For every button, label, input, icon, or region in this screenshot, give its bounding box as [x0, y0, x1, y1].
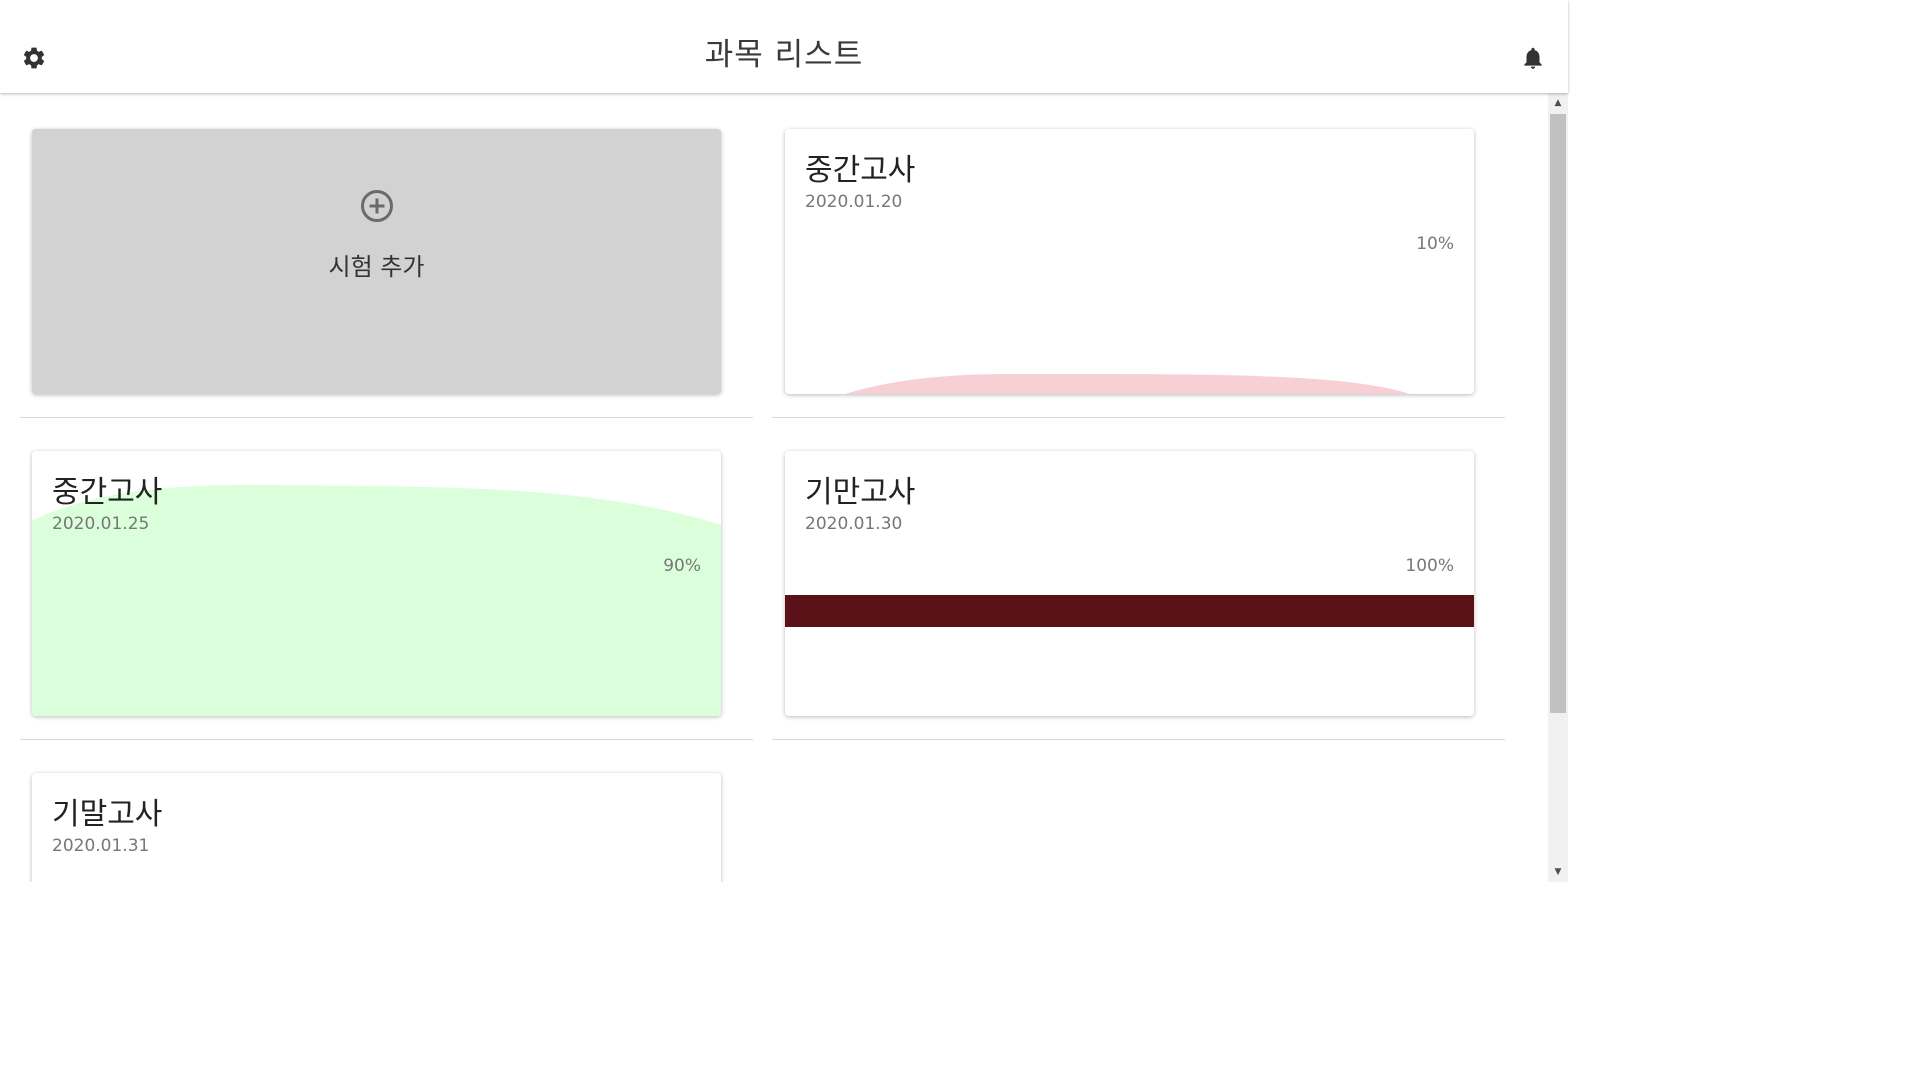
exam-date: 2020.01.30 — [805, 514, 903, 534]
plus-circle-icon — [360, 190, 393, 222]
exam-card[interactable]: 중간고사 2020.01.25 90% — [32, 451, 721, 716]
app-header: 과목 리스트 — [0, 0, 1568, 93]
bell-icon — [1524, 47, 1542, 69]
exam-card[interactable]: 기말고사 2020.01.31 — [32, 773, 721, 882]
row-divider — [20, 739, 753, 740]
scroll-up-arrow[interactable]: ▲ — [1548, 95, 1568, 111]
row-divider — [772, 417, 1505, 418]
page-title: 과목 리스트 — [704, 37, 864, 73]
row-divider — [772, 739, 1505, 740]
exam-date: 2020.01.31 — [52, 836, 150, 856]
exam-progress-label: 100% — [1405, 556, 1454, 576]
vertical-scrollbar[interactable]: ▲ ▼ — [1548, 93, 1568, 882]
exam-progress-label: 90% — [663, 556, 701, 576]
scroll-down-arrow[interactable]: ▼ — [1548, 864, 1568, 880]
exam-progress-label: 10% — [1416, 234, 1454, 254]
scrollbar-thumb[interactable] — [1550, 114, 1566, 713]
exam-card[interactable]: 기만고사 2020.01.30 100% — [785, 451, 1474, 716]
row-divider — [20, 417, 753, 418]
add-exam-card[interactable]: 시험 추가 — [32, 129, 721, 394]
exam-date: 2020.01.25 — [52, 514, 150, 534]
exam-date: 2020.01.20 — [805, 192, 903, 212]
exam-title: 중간고사 — [52, 475, 163, 510]
exam-list: 시험 추가 중간고사 2020.01.20 10% 중간고사 2020.01.2… — [0, 93, 1548, 882]
exam-title: 중간고사 — [805, 153, 916, 188]
add-exam-label: 시험 추가 — [328, 253, 425, 281]
progress-band — [785, 595, 1474, 627]
exam-title: 기만고사 — [805, 475, 916, 510]
exam-title: 기말고사 — [52, 797, 163, 832]
exam-card[interactable]: 중간고사 2020.01.20 10% — [785, 129, 1474, 394]
notification-button[interactable] — [1513, 38, 1553, 78]
